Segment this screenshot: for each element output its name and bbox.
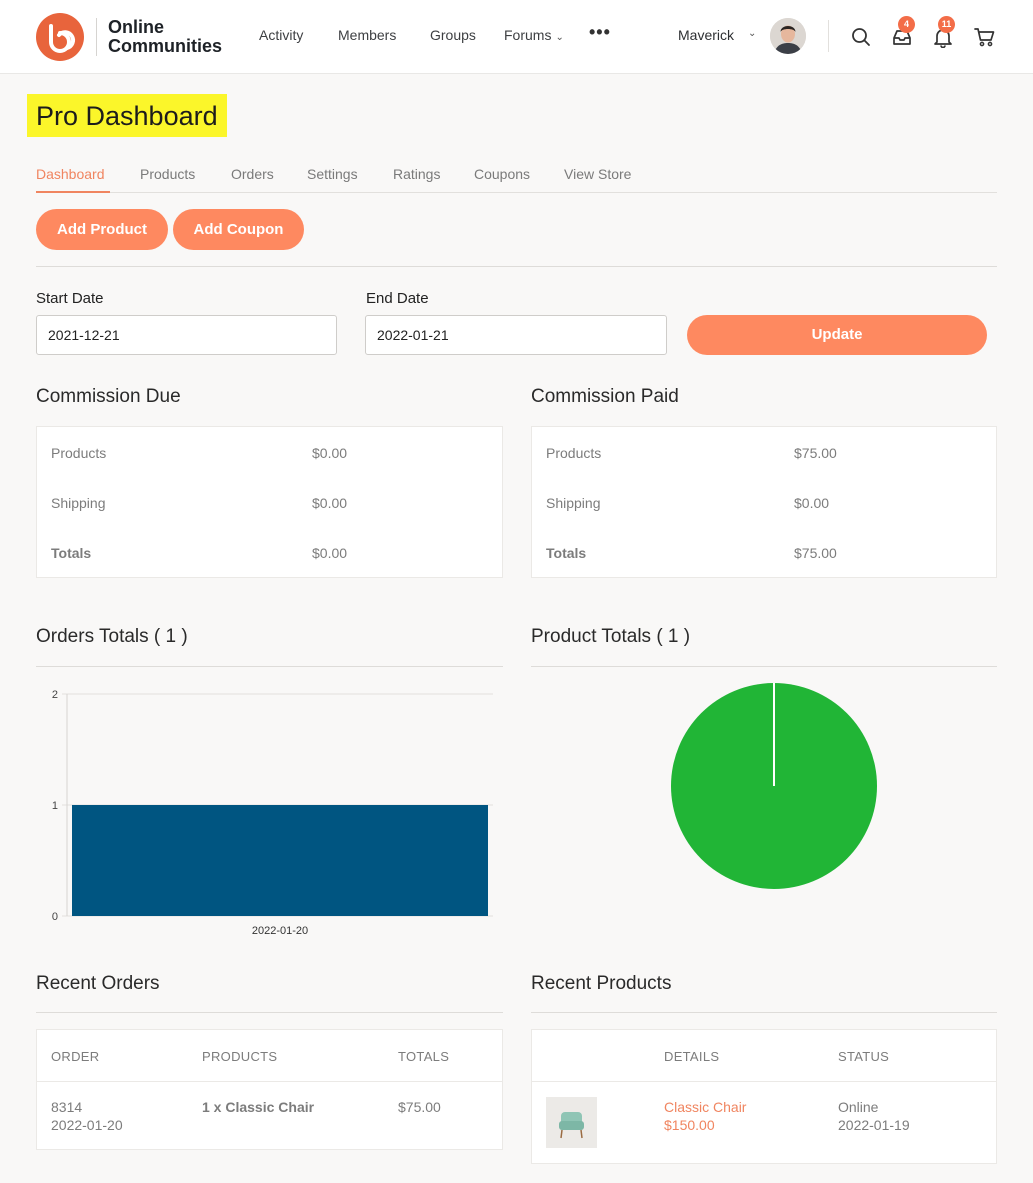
row-label: Products [51,445,107,461]
divider [531,1012,997,1013]
tab-orders[interactable]: Orders [231,166,274,182]
recent-orders-title: Recent Orders [36,973,160,994]
product-status: Online 2022-01-19 [838,1098,910,1134]
recent-products-table: DETAILS STATUS Classic Chair $150.00 Onl… [531,1029,997,1164]
tab-coupons[interactable]: Coupons [474,166,530,182]
site-name[interactable]: Online Communities [108,18,222,56]
cart-icon[interactable] [974,26,996,48]
row-divider [532,1081,996,1082]
active-tab-indicator [36,191,110,193]
product-totals-title: Product Totals ( 1 ) [531,626,691,647]
row-label-totals: Totals [51,545,92,561]
header-separator [828,20,829,52]
product-date: 2022-01-19 [838,1117,910,1133]
row-label-totals: Totals [546,545,587,561]
site-name-line2: Communities [108,36,223,56]
row-label: Shipping [546,495,601,511]
end-date-label: End Date [366,290,429,307]
divider [36,266,997,267]
search-icon[interactable] [850,26,872,48]
order-number: 8314 [51,1099,83,1115]
divider [531,666,997,667]
x-tick-label: 2022-01-20 [252,925,308,937]
nav-activity[interactable]: Activity [259,27,303,43]
product-details[interactable]: Classic Chair $150.00 [664,1098,746,1134]
row-value: $0.00 [312,445,348,461]
page-title: Pro Dashboard [27,94,227,137]
site-logo[interactable] [36,13,84,61]
tab-ratings[interactable]: Ratings [393,166,440,182]
table-row-order[interactable]: 8314 2022-01-20 [51,1098,123,1134]
logo-mark-icon [49,24,75,53]
order-products: 1 x Classic Chair [202,1099,315,1115]
tab-products[interactable]: Products [140,166,195,182]
avatar[interactable] [770,18,806,54]
products-pie-chart [671,683,877,889]
commission-due-title: Commission Due [36,386,181,407]
column-header: ORDER [51,1049,100,1064]
row-label: Products [546,445,602,461]
nav-forums-label: Forums [504,27,552,43]
row-value: $0.00 [794,495,830,511]
orders-totals-title: Orders Totals ( 1 ) [36,626,188,647]
commission-paid-title: Commission Paid [531,386,679,407]
commission-paid-panel: Products $75.00 Shipping $0.00 Totals $7… [531,426,997,578]
add-product-button[interactable]: Add Product [36,209,168,250]
nav-groups[interactable]: Groups [430,27,476,43]
messages-badge: 4 [898,16,915,33]
user-name[interactable]: Maverick [678,27,734,43]
y-tick-label: 1 [52,800,58,812]
row-divider [37,1081,502,1082]
commission-due-panel: Products $0.00 Shipping $0.00 Totals $0.… [36,426,503,578]
recent-orders-table: ORDER PRODUCTS TOTALS 8314 2022-01-20 1 … [36,1029,503,1150]
site-header: Online Communities Activity Members Grou… [0,0,1033,74]
bar [72,805,488,916]
avatar-image [770,18,806,54]
divider [36,666,503,667]
product-status-value: Online [838,1099,879,1115]
dashboard-tabs: Dashboard Products Orders Settings Ratin… [36,166,997,193]
product-thumbnail[interactable] [546,1097,597,1148]
column-header: TOTALS [398,1049,450,1064]
notifications-badge: 11 [938,16,955,33]
chevron-down-icon: ⌄ [555,32,564,43]
product-price: $150.00 [664,1117,715,1133]
row-value: $0.00 [312,495,348,511]
user-menu-chevron-icon[interactable]: ⌄ [748,28,756,39]
row-value-totals: $0.00 [312,545,348,561]
row-value: $75.00 [794,445,837,461]
start-date-input[interactable]: 2021-12-21 [36,315,337,355]
add-coupon-button[interactable]: Add Coupon [173,209,304,250]
y-tick-label: 2 [52,689,58,701]
more-menu-icon[interactable]: ••• [589,22,611,43]
row-value-totals: $75.00 [794,545,837,561]
orders-bar-chart: 0 1 2 2022-01-20 [52,689,493,937]
y-tick-label: 0 [52,911,58,923]
nav-forums[interactable]: Forums ⌄ [504,27,564,43]
start-date-label: Start Date [36,290,104,307]
column-header: PRODUCTS [202,1049,278,1064]
tab-settings[interactable]: Settings [307,166,358,182]
logo-divider [96,18,97,56]
recent-products-title: Recent Products [531,973,672,994]
column-header: DETAILS [664,1049,720,1064]
column-header: STATUS [838,1049,890,1064]
tab-dashboard[interactable]: Dashboard [36,166,105,182]
order-total: $75.00 [398,1099,441,1115]
nav-members[interactable]: Members [338,27,396,43]
order-date: 2022-01-20 [51,1117,123,1133]
tab-view-store[interactable]: View Store [564,166,631,182]
end-date-input[interactable]: 2022-01-21 [365,315,667,355]
divider [36,1012,503,1013]
product-name-link[interactable]: Classic Chair [664,1098,746,1116]
row-label: Shipping [51,495,106,511]
site-name-line1: Online [108,17,165,37]
update-button[interactable]: Update [687,315,987,355]
